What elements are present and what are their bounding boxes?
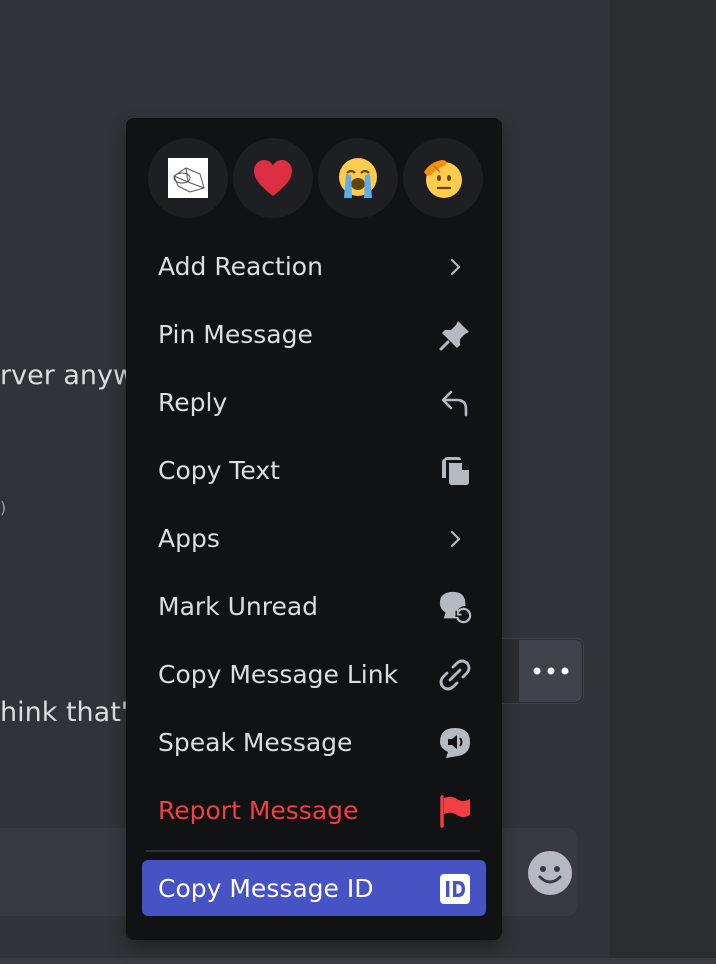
menu-item-label: Reply	[158, 388, 228, 417]
chevron-right-icon	[438, 522, 472, 556]
quick-reaction-button[interactable]	[403, 138, 483, 218]
menu-item-label: Copy Text	[158, 456, 280, 485]
heart-emoji-icon	[254, 160, 292, 196]
menu-item-label: Copy Message Link	[158, 660, 399, 689]
menu-item-copy-message-id[interactable]: Copy Message ID	[142, 860, 486, 916]
chat-message-fragment: )	[0, 498, 7, 517]
custom-sketch-emoji-icon	[168, 158, 208, 198]
menu-item-pin-message[interactable]: Pin Message	[142, 306, 486, 362]
bottom-strip	[0, 958, 716, 964]
menu-item-label: Add Reaction	[158, 252, 323, 281]
message-context-menu: Add Reaction Pin Message Reply Copy Text	[126, 118, 502, 940]
menu-item-label: Mark Unread	[158, 592, 319, 621]
quick-reaction-button[interactable]	[148, 138, 228, 218]
menu-item-report-message[interactable]: Report Message	[142, 782, 486, 838]
chevron-right-icon	[438, 250, 472, 284]
quick-reactions-row	[148, 138, 488, 218]
more-options-button[interactable]	[519, 640, 582, 702]
emoji-picker-button[interactable]	[527, 850, 573, 896]
menu-item-label: Copy Message ID	[158, 874, 374, 903]
chat-message-fragment: rver anyw	[0, 360, 126, 391]
menu-item-label: Report Message	[158, 796, 359, 825]
link-icon	[438, 658, 472, 692]
mark-unread-icon	[438, 590, 472, 624]
quick-reaction-button[interactable]	[233, 138, 313, 218]
loudly-crying-emoji-icon	[339, 158, 377, 198]
right-panel	[610, 0, 716, 964]
menu-item-copy-text[interactable]: Copy Text	[142, 442, 486, 498]
menu-item-speak-message[interactable]: Speak Message	[142, 714, 486, 770]
pin-icon	[438, 318, 472, 352]
quick-reaction-button[interactable]	[318, 138, 398, 218]
menu-item-reply[interactable]: Reply	[142, 374, 486, 430]
menu-item-add-reaction[interactable]: Add Reaction	[142, 238, 486, 294]
menu-item-label: Apps	[158, 524, 220, 553]
ellipsis-icon	[533, 667, 568, 675]
menu-item-label: Pin Message	[158, 320, 313, 349]
flag-icon	[438, 794, 472, 828]
copy-icon	[438, 454, 472, 488]
smiley-face-icon	[528, 851, 572, 895]
menu-item-label: Speak Message	[158, 728, 353, 757]
menu-item-copy-message-link[interactable]: Copy Message Link	[142, 646, 486, 702]
saluting-face-emoji-icon	[424, 160, 462, 198]
reply-arrow-icon	[438, 386, 472, 420]
menu-item-apps[interactable]: Apps	[142, 510, 486, 566]
id-badge-icon	[438, 872, 472, 906]
menu-item-mark-unread[interactable]: Mark Unread	[142, 578, 486, 634]
chat-message-fragment: hink that's	[0, 697, 126, 728]
menu-separator	[146, 850, 480, 852]
speak-icon	[438, 726, 472, 760]
